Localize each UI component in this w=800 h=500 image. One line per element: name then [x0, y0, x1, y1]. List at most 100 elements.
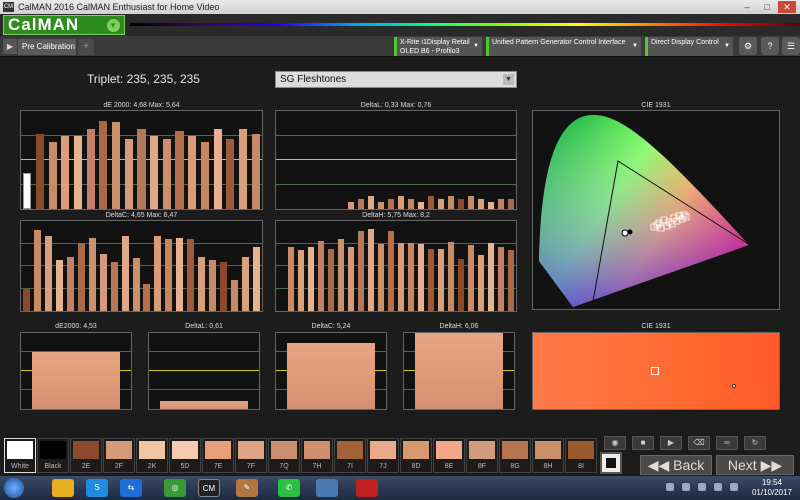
chart-bar [132, 258, 140, 311]
swatch-chip [106, 441, 132, 459]
tab-pre-calibration[interactable]: Pre Calibration [18, 39, 76, 55]
patch-swatch[interactable]: 7Q [268, 438, 300, 473]
gridline [149, 351, 259, 352]
gridline [276, 134, 516, 136]
chart-bar [176, 237, 184, 311]
swatch-chip [271, 441, 297, 459]
chart-bar [427, 195, 435, 209]
clock[interactable]: 19:54 01/10/2017 [752, 478, 792, 498]
chart-bar [99, 254, 107, 311]
network-icon[interactable] [714, 483, 722, 491]
stop-icon[interactable]: ■ [632, 436, 654, 450]
close-button[interactable]: ✕ [778, 1, 796, 13]
swatch-label: Black [44, 463, 62, 470]
file-explorer-icon[interactable] [52, 479, 74, 497]
swatch-label: 7I [347, 463, 353, 470]
patch-swatch[interactable]: 2F [103, 438, 135, 473]
swatch-chip [304, 441, 330, 459]
colors-app-icon[interactable] [356, 479, 378, 497]
patch-swatch[interactable]: 7E [202, 438, 234, 473]
chart-bar [417, 202, 425, 209]
record-button[interactable] [600, 452, 622, 474]
swatch-label: 7Q [279, 463, 289, 470]
chart-deltah-single [403, 332, 515, 410]
camera-icon[interactable]: ◉ [604, 436, 626, 450]
expand-arrow-icon[interactable]: ▶ [3, 39, 17, 54]
patch-swatch[interactable]: 8E [433, 438, 465, 473]
paint-icon[interactable]: ✎ [236, 479, 258, 497]
refresh-icon[interactable]: ↻ [744, 436, 766, 450]
display-control-selector[interactable]: Direct Display Control ▼ [645, 37, 733, 56]
chart-bar [415, 333, 503, 409]
chart-bar [347, 247, 355, 311]
chart-bar [251, 133, 260, 209]
chart-title-deltac-single: DeltaC: 5,24 [311, 323, 351, 330]
swatch-chip [7, 441, 33, 459]
patch-swatch[interactable]: 5D [169, 438, 201, 473]
help-icon[interactable]: ? [761, 37, 779, 55]
network-app-icon[interactable] [316, 479, 338, 497]
back-button[interactable]: ◀◀ Back [640, 455, 712, 475]
patch-swatch[interactable]: White [4, 438, 36, 473]
swatch-label: 7F [246, 463, 256, 470]
tray-icon[interactable] [682, 483, 690, 491]
chart-bar [497, 247, 505, 311]
target-marker [651, 367, 659, 375]
calman-logo[interactable]: CalMAN ▼ [3, 15, 125, 35]
chart-bar [220, 262, 228, 311]
maximize-button[interactable]: □ [758, 1, 776, 13]
patch-swatch[interactable]: 8F [466, 438, 498, 473]
chart-bar [121, 236, 129, 311]
patch-swatch[interactable]: 8D [400, 438, 432, 473]
patch-swatch[interactable]: 7I [334, 438, 366, 473]
teamviewer-icon[interactable]: ⇆ [120, 479, 142, 497]
tray-icon[interactable] [666, 483, 674, 491]
patch-swatch[interactable]: 2E [70, 438, 102, 473]
bluetooth-icon[interactable] [698, 483, 706, 491]
gridline [21, 242, 262, 244]
gear-icon[interactable]: ⚙ [739, 37, 757, 55]
meter-device-selector[interactable]: X-Rite i1Display Retail OLED B6 - Profil… [394, 37, 482, 56]
patch-swatch[interactable]: 7J [367, 438, 399, 473]
minimize-button[interactable]: – [738, 1, 756, 13]
add-tab-button[interactable]: + [78, 39, 94, 55]
chart-bar [377, 244, 385, 311]
patch-swatch[interactable]: 2K [136, 438, 168, 473]
patch-swatch[interactable]: 7H [301, 438, 333, 473]
loop-icon[interactable]: ∞ [716, 436, 738, 450]
volume-icon[interactable] [730, 483, 738, 491]
chart-de2000 [20, 110, 263, 210]
patch-swatch[interactable]: 8G [499, 438, 531, 473]
swatch-chip [502, 441, 528, 459]
chart-bar [477, 255, 485, 311]
next-button[interactable]: Next ▶▶ [716, 455, 794, 475]
patch-swatch[interactable]: Black [37, 438, 69, 473]
start-button[interactable] [4, 478, 24, 498]
chart-bar [231, 280, 239, 311]
trash-icon[interactable]: ⌫ [688, 436, 710, 450]
patch-swatch[interactable]: 8I [565, 438, 597, 473]
menu-icon[interactable]: ☰ [782, 37, 800, 55]
patch-swatch[interactable]: 7F [235, 438, 267, 473]
chrome-icon[interactable]: ◎ [164, 479, 186, 497]
chart-title-de2000-single: dE2000: 4,53 [55, 323, 97, 330]
pattern-generator-selector[interactable]: Unified Pattern Generator Control Interf… [486, 37, 641, 56]
swatch-label: 7H [312, 463, 322, 470]
chart-bar [297, 250, 305, 311]
chart-bar [86, 128, 95, 209]
skype-icon[interactable]: S [86, 479, 108, 497]
white-point-marker [621, 229, 629, 237]
whatsapp-icon[interactable]: ✆ [278, 479, 300, 497]
play-icon[interactable]: ▶ [660, 436, 682, 450]
chart-bar [188, 135, 197, 209]
cie-chart [539, 114, 752, 308]
chevron-down-icon: ▼ [632, 43, 638, 49]
workflow-select[interactable]: SG Fleshtones ▼ [275, 71, 517, 88]
calman-taskbar-icon[interactable]: CM [198, 479, 220, 497]
chevron-down-icon[interactable]: ▼ [107, 19, 120, 32]
patch-swatch[interactable]: 8H [532, 438, 564, 473]
workflow-select-value: SG Fleshtones [280, 74, 347, 85]
chart-bar [397, 195, 405, 209]
chart-bar [226, 138, 235, 209]
swatch-label: 8H [543, 463, 553, 470]
